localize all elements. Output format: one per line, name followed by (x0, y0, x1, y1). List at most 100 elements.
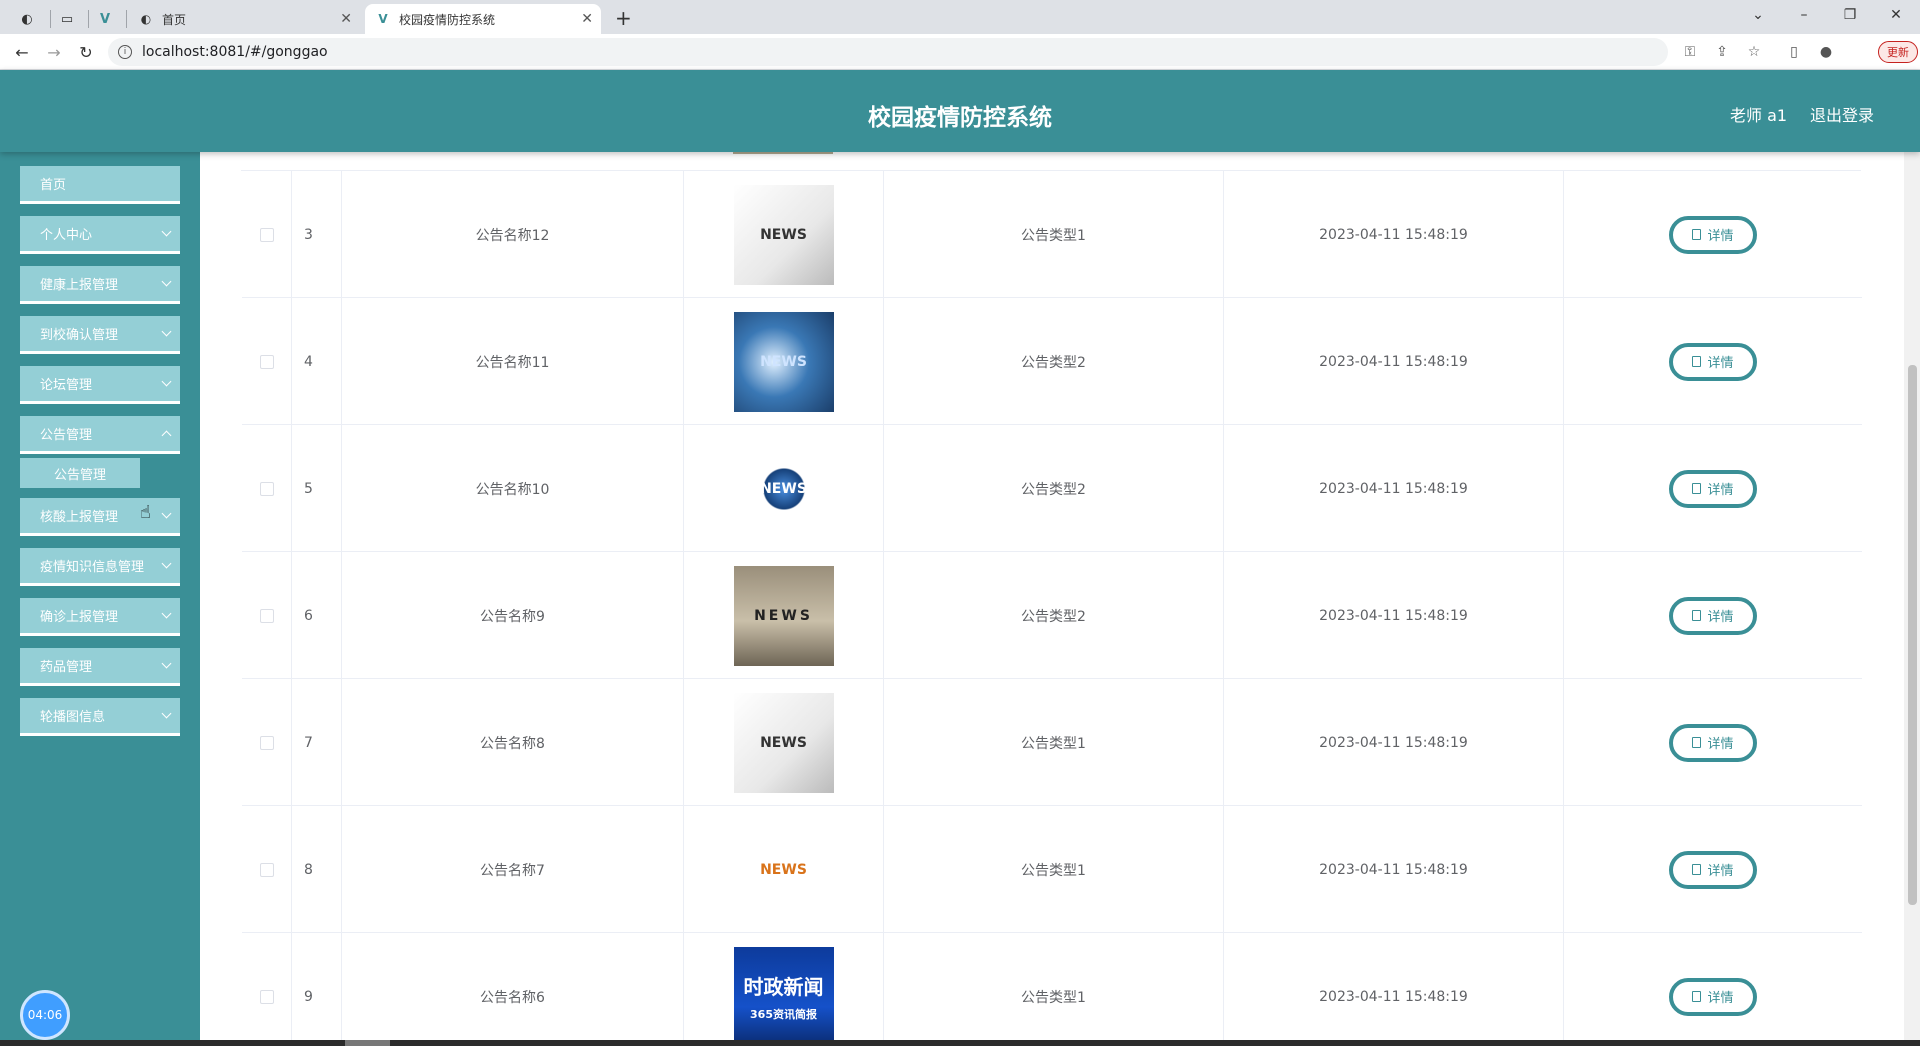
update-button[interactable]: 更新 (1878, 41, 1918, 63)
table-row (241, 152, 1861, 171)
sidebar-item-carousel[interactable]: 轮播图信息 (20, 698, 180, 736)
horizontal-scrollbar-thumb[interactable] (345, 1040, 390, 1046)
tab-home[interactable]: ◐ 首页 ✕ (128, 4, 360, 34)
row-checkbox[interactable] (259, 481, 274, 496)
submenu-item-announcement[interactable]: 公告管理 (20, 458, 140, 488)
profile-icon[interactable]: ● (1814, 40, 1838, 64)
detail-button[interactable]: 详情 (1669, 977, 1757, 1016)
sidebar-item-medicine[interactable]: 药品管理 (20, 648, 180, 686)
sidebar-item-label: 轮播图信息 (40, 710, 106, 725)
chevron-down-icon (161, 658, 172, 669)
image-caption: NEWS (754, 607, 813, 624)
row-index: 7 (292, 679, 342, 806)
document-icon (1692, 737, 1702, 748)
action-cell: 详情 (1564, 425, 1862, 552)
image-cell: NEWS (684, 171, 884, 298)
sidebar-item-label: 首页 (40, 178, 67, 193)
detail-button[interactable]: 详情 (1669, 215, 1757, 254)
row-checkbox[interactable] (259, 354, 274, 369)
pinned-tab-blank-icon[interactable]: ▭ (52, 4, 82, 34)
action-cell: 详情 (1564, 552, 1862, 679)
reload-button[interactable]: ↻ (74, 40, 98, 64)
table-row: 7 公告名称8 NEWS 公告类型1 2023-04-11 15:48:19 详情 (242, 679, 1862, 806)
sidebar-item-forum[interactable]: 论坛管理 (20, 366, 180, 404)
chevron-down-icon (161, 276, 172, 287)
sidebar-item-label: 公告管理 (40, 428, 93, 443)
announcement-name: 公告名称6 (342, 933, 684, 1040)
browser-toolbar: ← → ↻ i localhost:8081/#/gonggao ⚿ ⇪ ☆ ▯… (0, 34, 1920, 70)
sidebar-item-label: 确诊上报管理 (40, 610, 119, 625)
vertical-scrollbar-thumb[interactable] (1908, 365, 1917, 905)
detail-button[interactable]: 详情 (1669, 469, 1757, 508)
select-cell (242, 552, 292, 679)
sidebar-item-personal-center[interactable]: 个人中心 (20, 216, 180, 254)
url-text: localhost:8081/#/gonggao (142, 44, 328, 60)
row-checkbox[interactable] (259, 735, 274, 750)
sidebar-item-health-report[interactable]: 健康上报管理 (20, 266, 180, 304)
chevron-down-icon (161, 608, 172, 619)
restore-button[interactable]: ❐ (1827, 0, 1873, 30)
address-bar[interactable]: i localhost:8081/#/gonggao (108, 38, 1668, 66)
back-button[interactable]: ← (10, 40, 34, 64)
detail-button[interactable]: 详情 (1669, 723, 1757, 762)
row-index: 4 (292, 298, 342, 425)
image-cell: NEWS (684, 425, 884, 552)
row-checkbox[interactable] (259, 989, 274, 1004)
sidebar-item-label: 个人中心 (40, 228, 93, 243)
pinned-tab-globe-icon[interactable]: ◐ (12, 4, 42, 34)
info-icon[interactable]: i (118, 45, 132, 59)
submenu-item-label: 公告管理 (53, 467, 106, 483)
update-label: 更新 (1887, 46, 1909, 59)
detail-label: 详情 (1707, 864, 1734, 879)
image-caption: NEWS (760, 353, 807, 370)
sidebar-item-diagnosis-report[interactable]: 确诊上报管理 (20, 598, 180, 636)
image-caption: NEWS (760, 480, 807, 497)
close-icon[interactable]: ✕ (581, 11, 593, 27)
detail-label: 详情 (1707, 356, 1734, 371)
sidebar-item-arrival-confirm[interactable]: 到校确认管理 (20, 316, 180, 354)
pinned-tab-vue-icon[interactable]: V (90, 4, 120, 34)
sidebar-item-epidemic-knowledge[interactable]: 疫情知识信息管理 (20, 548, 180, 586)
sidebar-item-home[interactable]: 首页 (20, 166, 180, 204)
announcement-type: 公告类型1 (884, 171, 1224, 298)
announcement-time: 2023-04-11 15:48:19 (1224, 298, 1564, 425)
close-icon[interactable]: ✕ (340, 11, 352, 27)
row-checkbox[interactable] (259, 608, 274, 623)
new-tab-button[interactable]: + (615, 6, 632, 30)
share-icon[interactable]: ⇪ (1710, 40, 1734, 64)
table-row: 6 公告名称9 NEWS 公告类型2 2023-04-11 15:48:19 详情 (242, 552, 1862, 679)
minimize-button[interactable]: – (1781, 0, 1827, 30)
chevron-down-icon (161, 708, 172, 719)
bookmark-star-icon[interactable]: ☆ (1742, 40, 1766, 64)
current-user: 老师 a1 (1730, 106, 1788, 125)
announcement-time: 2023-04-11 15:48:19 (1224, 806, 1564, 933)
chevron-down-icon (161, 558, 172, 569)
row-index: 9 (292, 933, 342, 1040)
sidebar-item-label: 到校确认管理 (40, 328, 119, 343)
image-cell: 时政新闻 365资讯简报 (684, 933, 884, 1040)
detail-button[interactable]: 详情 (1669, 596, 1757, 635)
logout-button[interactable]: 退出登录 (1810, 102, 1874, 126)
horizontal-scrollbar[interactable] (0, 1040, 1920, 1046)
announcement-name: 公告名称9 (342, 552, 684, 679)
announcement-image: NEWS (733, 438, 834, 539)
document-icon (1692, 356, 1702, 367)
sidebar-item-nucleic-report[interactable]: 核酸上报管理 (20, 498, 180, 536)
row-checkbox[interactable] (259, 862, 274, 877)
tab-active[interactable]: V 校园疫情防控系统 ✕ (365, 4, 601, 34)
announcement-time: 2023-04-11 15:48:19 (1224, 425, 1564, 552)
detail-button[interactable]: 详情 (1669, 850, 1757, 889)
window-close-button[interactable]: ✕ (1873, 0, 1919, 30)
detail-button[interactable]: 详情 (1669, 342, 1757, 381)
row-checkbox[interactable] (259, 227, 274, 242)
sidebar-item-announcement[interactable]: 公告管理 (20, 416, 180, 454)
tab-search-chevron-icon[interactable]: ⌄ (1735, 0, 1781, 30)
table-row: 5 公告名称10 NEWS 公告类型2 2023-04-11 15:48:19 详情 (242, 425, 1862, 552)
forward-button[interactable]: → (42, 40, 66, 64)
document-icon (1692, 610, 1702, 621)
key-icon[interactable]: ⚿ (1678, 40, 1702, 64)
chevron-up-icon (161, 430, 172, 441)
sidepanel-icon[interactable]: ▯ (1782, 40, 1806, 64)
document-icon (1692, 864, 1702, 875)
document-icon (1692, 229, 1702, 240)
